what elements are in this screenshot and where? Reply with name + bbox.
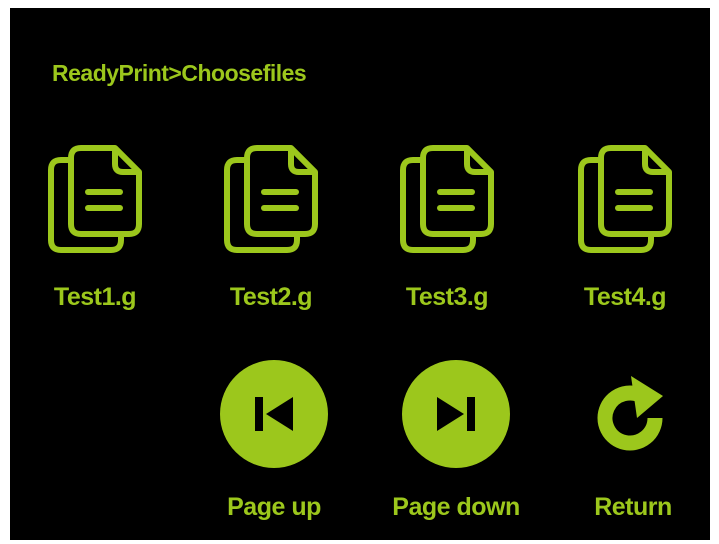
- return-button[interactable]: Return: [558, 360, 708, 535]
- file-item-test3[interactable]: Test3.g: [382, 140, 512, 325]
- file-name: Test3.g: [405, 283, 489, 311]
- skip-next-icon: [402, 360, 510, 468]
- file-name: Test1.g: [53, 283, 137, 311]
- page-down-label: Page down: [392, 493, 520, 521]
- file-copy-icon: [48, 145, 142, 253]
- breadcrumb: ReadyPrint>Choosefiles: [52, 60, 307, 86]
- return-label: Return: [594, 493, 672, 521]
- file-item-test4[interactable]: Test4.g: [560, 140, 690, 325]
- return-icon: [597, 376, 663, 451]
- file-item-test2[interactable]: Test2.g: [206, 140, 336, 325]
- file-copy-icon: [578, 145, 672, 253]
- printer-screen: ReadyPrint>Choosefiles Test1.g Test2.g T…: [10, 8, 710, 540]
- skip-previous-icon: [220, 360, 328, 468]
- display-frame: ReadyPrint>Choosefiles Test1.g Test2.g T…: [0, 0, 719, 544]
- page-up-button[interactable]: Page up: [199, 360, 349, 535]
- file-copy-icon: [224, 145, 318, 253]
- page-down-button[interactable]: Page down: [381, 360, 531, 535]
- file-name: Test4.g: [583, 283, 667, 311]
- file-name: Test2.g: [229, 283, 313, 311]
- file-item-test1[interactable]: Test1.g: [30, 140, 160, 325]
- file-copy-icon: [400, 145, 494, 253]
- page-up-label: Page up: [227, 493, 321, 521]
